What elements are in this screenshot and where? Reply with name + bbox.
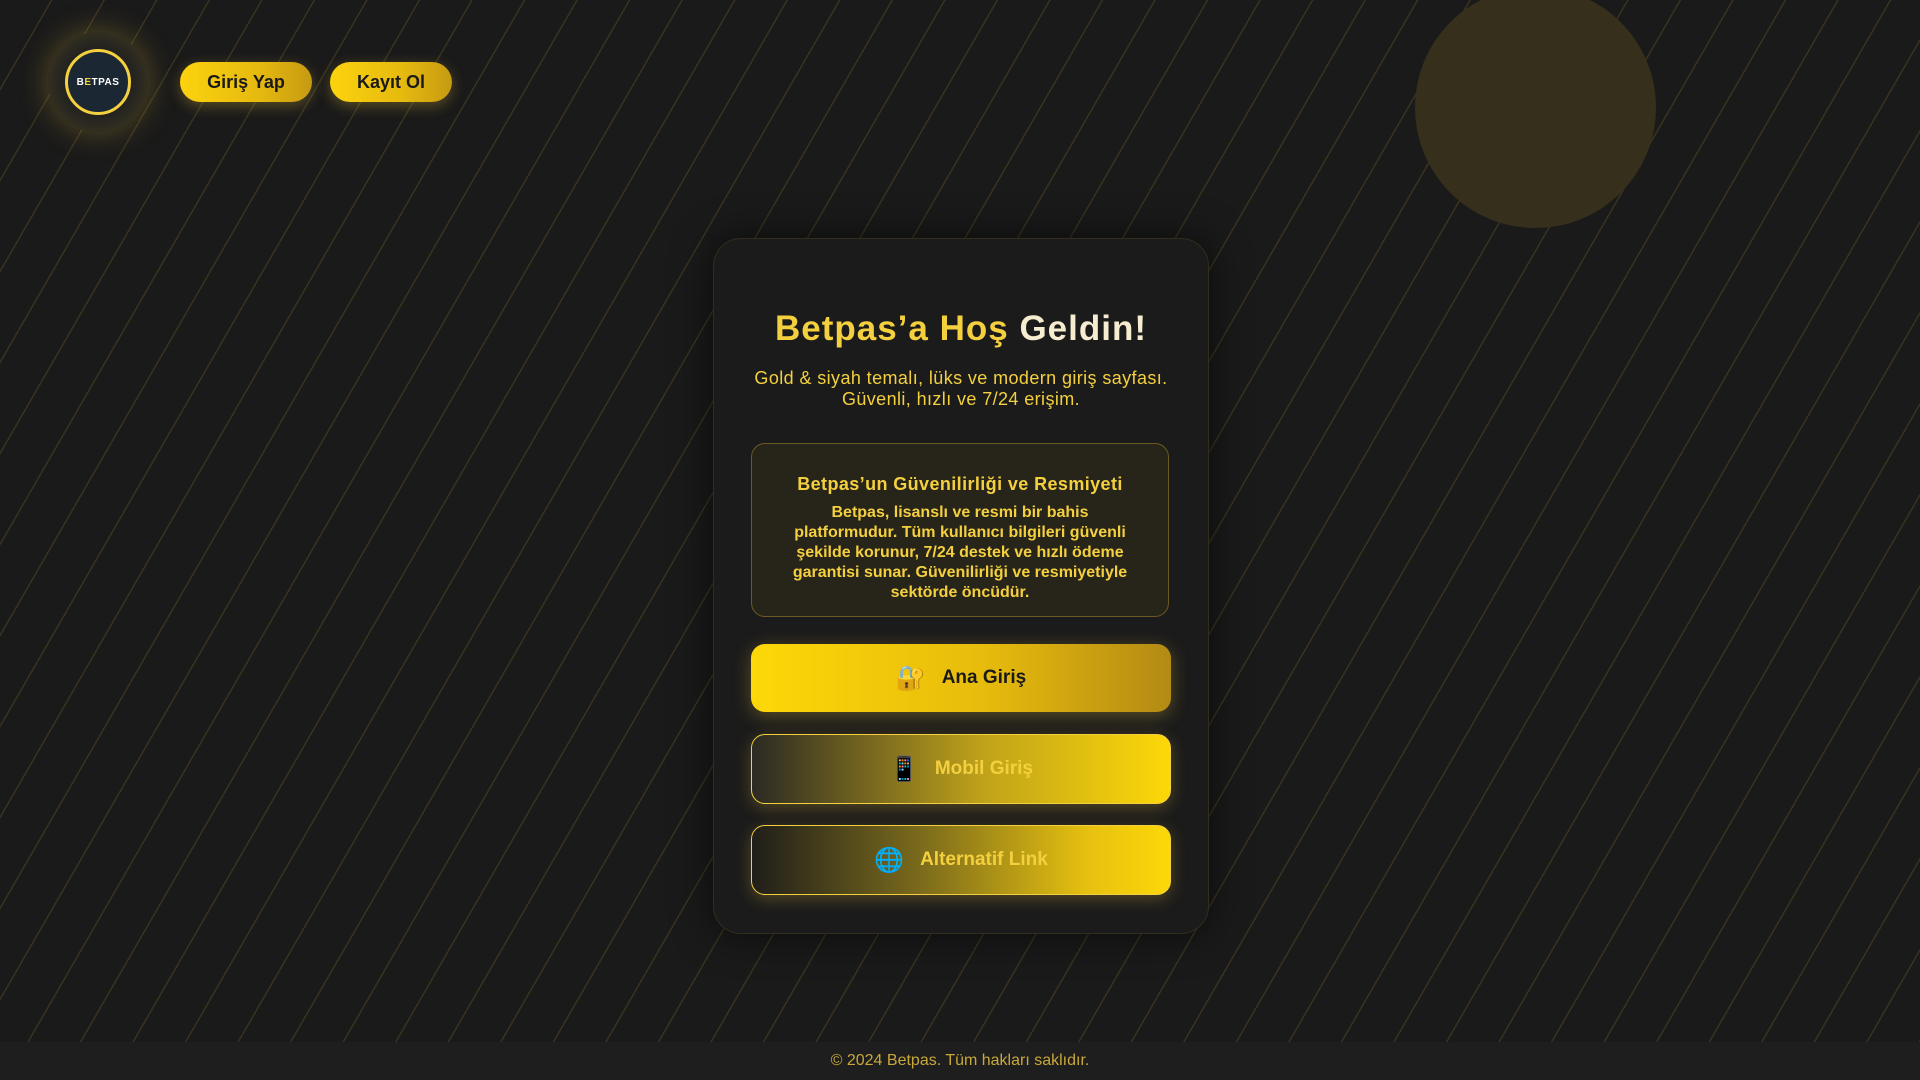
footer-copyright: © 2024 Betpas. Tüm hakları saklıdır.	[830, 1052, 1090, 1069]
decorative-circle	[1415, 0, 1656, 228]
trust-info-title: Betpas’un Güvenilirliği ve Resmiyeti	[797, 474, 1123, 494]
main-login-label: Ana Giriş	[941, 667, 1027, 688]
trust-info-box: Betpas’un Güvenilirliği ve Resmiyeti Bet…	[751, 443, 1169, 617]
main-login-button[interactable]: 🔐 Ana Giriş	[751, 644, 1171, 712]
mobile-phone-icon: 📱	[888, 755, 919, 783]
lock-key-icon: 🔐	[895, 664, 926, 692]
card-title: Betpas’a Hoş Geldin!	[714, 309, 1208, 349]
login-button[interactable]: Giriş Yap	[180, 62, 312, 102]
logo-text-b: B	[76, 76, 85, 88]
alternative-link-label: Alternatif Link	[920, 849, 1048, 870]
logo-glow: B E TPAS	[48, 32, 148, 132]
mobile-login-button[interactable]: 📱 Mobil Giriş	[751, 734, 1171, 804]
alternative-link-button[interactable]: 🌐 Alternatif Link	[751, 825, 1171, 895]
logo-text-rest: TPAS	[91, 76, 120, 88]
card-subtitle: Gold & siyah temalı, lüks ve modern giri…	[754, 368, 1168, 409]
register-button[interactable]: Kayıt Ol	[330, 62, 452, 102]
page-background: B E TPAS Giriş Yap Kayıt Ol Betpas’a Hoş G…	[0, 0, 1920, 1080]
card-title-brand: Betpas’a Hoş	[774, 309, 1009, 348]
mobile-login-label: Mobil Giriş	[934, 758, 1034, 779]
globe-icon: 🌐	[874, 846, 905, 874]
login-card: Betpas’a Hoş Geldin! Gold & siyah temalı…	[713, 238, 1209, 934]
logo-text-accent: E	[84, 76, 92, 88]
trust-info-text: Betpas, lisanslı ve resmi bir bahis plat…	[792, 504, 1128, 601]
betpas-logo[interactable]: B E TPAS	[65, 49, 131, 115]
footer: © 2024 Betpas. Tüm hakları saklıdır.	[0, 1042, 1920, 1080]
card-title-welcome: Geldin!	[1019, 309, 1148, 348]
